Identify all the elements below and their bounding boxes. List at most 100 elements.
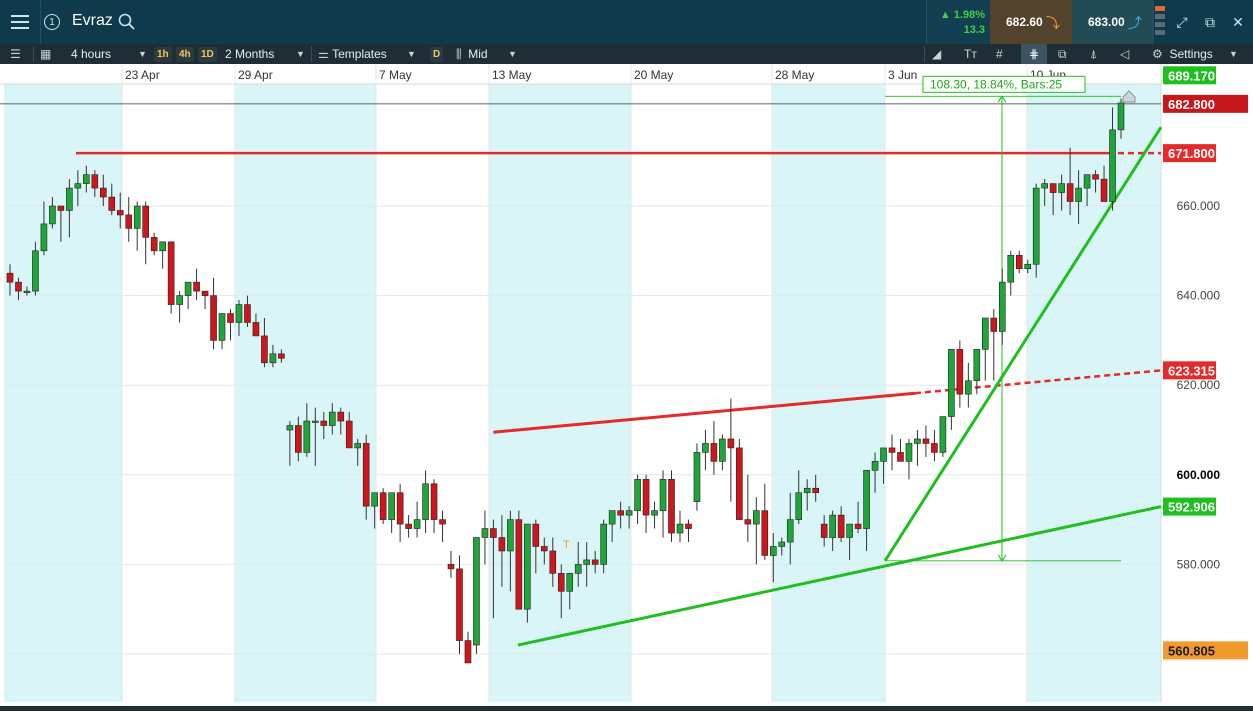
interval-caret-icon[interactable]: ▼ — [138, 44, 147, 64]
candle-body — [710, 443, 718, 462]
candle-body — [634, 478, 641, 511]
candle-body — [176, 295, 183, 305]
candle-body — [1032, 187, 1040, 265]
buy-arrow-icon: ⤴ — [1128, 15, 1142, 31]
search-icon[interactable] — [118, 13, 136, 31]
candle-body — [982, 317, 989, 350]
text-size-icon[interactable]: Tт — [964, 44, 977, 64]
price-tag-label: 671.800 — [1168, 146, 1215, 161]
candle-body — [1049, 183, 1057, 193]
candle-body — [888, 447, 896, 453]
candle-body — [142, 205, 149, 238]
draw-trend-icon[interactable]: ⋕ — [1021, 44, 1047, 64]
list-icon[interactable]: ☰ — [10, 44, 21, 64]
candle-body — [871, 461, 879, 471]
candle-body — [66, 187, 73, 211]
candle-body — [83, 174, 90, 184]
buy-button[interactable]: 683.00 ⤴ — [1072, 0, 1154, 44]
hamburger-icon[interactable] — [0, 0, 41, 44]
up-triangle-icon: ▲ — [939, 9, 951, 21]
candle-body — [617, 510, 624, 516]
candle-body — [1007, 254, 1015, 283]
candle-body — [490, 528, 497, 538]
tf-4h-button[interactable]: 4h — [176, 44, 194, 64]
instrument-info-button[interactable]: 1 — [40, 0, 64, 44]
tf-1h-button[interactable]: 1h — [154, 44, 172, 64]
candle-body — [922, 438, 930, 444]
candle-body — [990, 317, 998, 332]
candle-body — [481, 528, 489, 538]
candle-body — [345, 420, 353, 449]
grid-icon[interactable]: # — [996, 44, 1003, 64]
candle-body — [261, 335, 268, 364]
close-icon[interactable]: ✕ — [1224, 0, 1252, 44]
candle-body — [439, 519, 446, 525]
candle-body — [15, 281, 22, 292]
candle-body — [574, 564, 582, 574]
candle-body — [320, 420, 328, 426]
price-type-caret-icon[interactable]: ▼ — [508, 44, 517, 64]
sell-button[interactable]: 682.60 ⤵ — [990, 0, 1072, 44]
candle-body — [948, 349, 955, 417]
candle-body — [57, 205, 65, 211]
sell-price: 682.60 — [1006, 15, 1043, 29]
change-percent-value: 1.98% — [953, 9, 985, 21]
candle-body — [405, 523, 412, 529]
tf-1d-button[interactable]: 1D — [198, 44, 217, 64]
signal-strength-icon — [1155, 6, 1165, 35]
d-badge-button[interactable]: D — [430, 44, 444, 64]
candle-body — [515, 519, 523, 610]
sell-arrow-icon: ⤵ — [1046, 15, 1060, 31]
settings-label: Settings — [1169, 47, 1213, 61]
candle-body — [379, 492, 387, 520]
candle-body — [702, 443, 709, 453]
candle-body — [193, 281, 200, 292]
tag-icon[interactable]: ◁ — [1120, 44, 1129, 64]
candle-body — [778, 541, 786, 547]
candle-body — [464, 640, 472, 664]
candle-body — [125, 214, 133, 229]
x-tick-label: 28 May — [775, 68, 814, 82]
price-type-select[interactable]: ⫼ Mid — [456, 44, 488, 64]
indicator-icon[interactable]: ⍋ — [1090, 44, 1097, 64]
layout-icon[interactable]: ▦ — [40, 44, 51, 64]
range-select[interactable]: 2 Months — [225, 44, 274, 64]
price-chart[interactable]: 23 Apr 29 Apr 7 May 13 May 20 May 28 May 3 Jun… — [0, 64, 1253, 706]
settings-button[interactable]: ⚙ Settings — [1152, 44, 1213, 64]
chart-canvas[interactable]: 23 Apr 29 Apr 7 May 13 May 20 May 28 May 3 Jun… — [0, 64, 1253, 706]
candle-body — [719, 438, 726, 462]
templates-caret-icon[interactable]: ▼ — [407, 44, 416, 64]
candle-body — [286, 425, 294, 431]
interval-label: 4 hours — [71, 47, 112, 61]
candle-body — [812, 487, 819, 494]
popout-icon[interactable]: ⧉ — [1196, 0, 1224, 44]
price-tag-label: 682.800 — [1168, 97, 1215, 112]
candle-body — [49, 205, 56, 225]
copy-icon[interactable]: ⧉ — [1058, 44, 1067, 64]
candle-body — [201, 290, 209, 296]
settings-caret-icon[interactable]: ▼ — [1229, 44, 1238, 64]
candle-body — [422, 483, 429, 520]
candle-body — [295, 425, 302, 453]
tf-1h-label: 1h — [154, 46, 172, 62]
candle-body — [905, 443, 913, 462]
candle-body — [998, 281, 1006, 332]
candle-body — [1117, 102, 1125, 131]
candle-body — [566, 573, 574, 592]
expand-icon[interactable]: ⤢ — [1168, 0, 1196, 44]
interval-select[interactable]: 4 hours — [71, 44, 111, 64]
templates-button[interactable]: ⚌ Templates — [318, 44, 387, 64]
instrument-name[interactable]: Evraz — [72, 12, 113, 30]
candle-body — [651, 510, 658, 516]
candle-body — [659, 478, 667, 511]
candle-body — [40, 223, 48, 252]
x-tick-label: 20 May — [634, 68, 673, 82]
candle-body — [854, 523, 862, 529]
range-caret-icon[interactable]: ▼ — [296, 44, 305, 64]
candle-body — [931, 443, 938, 453]
candle-body — [354, 443, 362, 449]
candle-body — [99, 187, 107, 198]
drawing-line-icon[interactable]: ◢ — [932, 44, 941, 64]
candle-body — [371, 492, 378, 507]
candle-body — [473, 537, 480, 646]
